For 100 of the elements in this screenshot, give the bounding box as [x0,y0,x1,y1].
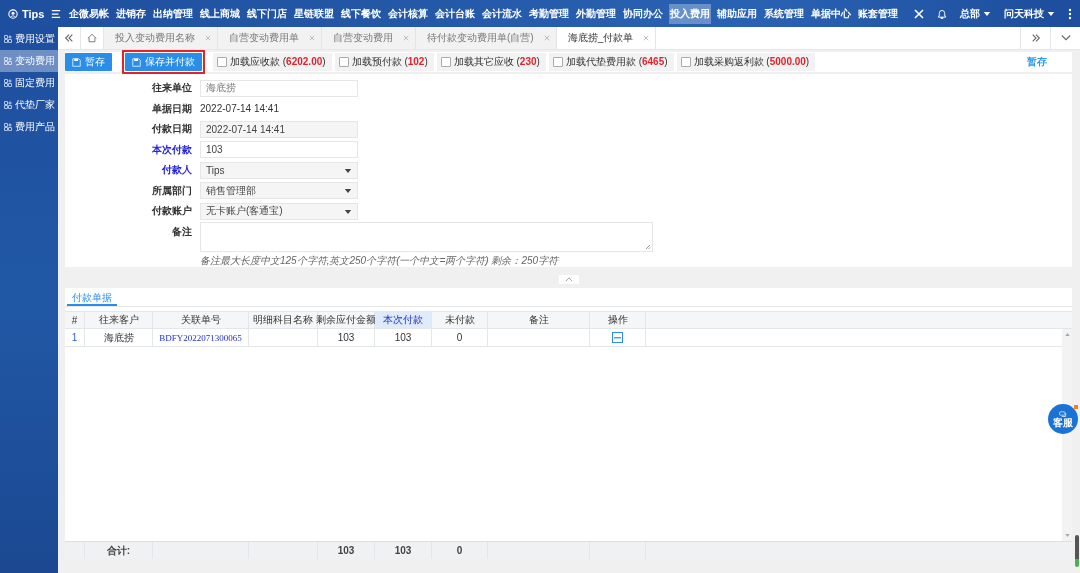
chevron-down-icon [1060,33,1071,43]
dropdown-menu[interactable]: 总部 [956,6,995,21]
total-cell: 合计: [85,542,153,559]
checkbox-label: 加载其它应收 (230) [453,55,540,69]
save-icon [72,57,81,67]
field-label: 备注 [171,224,192,239]
brand-name: Tips [22,7,45,20]
total-cell: 0 [432,542,488,559]
nav-menu-item[interactable]: 单据中心 [810,3,853,24]
total-cell: 103 [318,542,375,559]
more-icon [1068,7,1072,20]
field-value: 2022-07-14 14:41 [200,103,279,115]
resize-grip-icon [645,243,651,250]
checkbox-label: 加载采购返利款 (5000.00) [693,55,810,69]
field-label: 付款日期 [151,122,192,137]
arrow-up-icon [1064,333,1070,336]
table-cell: 103 [375,329,432,346]
nav-menu-item[interactable]: 会计流水 [481,3,524,24]
nav-menu-item[interactable]: 协同办公 [622,3,665,24]
nav-menu-item[interactable]: 星链联盟 [293,3,336,24]
scrollbar[interactable] [1075,535,1079,567]
grid-icon [4,101,12,109]
nav-menu-item[interactable]: 出纳管理 [152,3,195,24]
nav-menu-item[interactable]: 会计台账 [434,3,477,24]
tab[interactable]: 投入变动费用名称 [104,27,218,49]
checkbox-label: 加载预付款 (102) [351,55,428,69]
checkbox[interactable] [552,57,563,67]
nav-menu-item[interactable]: 线上商城 [199,3,242,24]
grid-icon [4,57,12,65]
grid-icon [4,35,12,43]
menu-icon [51,8,62,19]
field-label: 所属部门 [151,183,192,198]
nav-menu-item[interactable]: 企微易帐 [68,3,111,24]
field-label: 单据日期 [151,101,192,116]
tab[interactable]: 自营变动费用 [322,27,416,49]
hint-text: 备注最大长度中文125个字符,英文250个字符(一个中文=两个字符) 剩余：250字符 [200,254,559,268]
brand-logo[interactable]: Tips [8,7,45,20]
nav-menu-item[interactable]: 外勤管理 [575,3,618,24]
select-field[interactable]: Tips [200,161,358,179]
select-field[interactable]: 无卡账户(客通宝) [200,202,358,220]
checkbox[interactable] [440,57,451,67]
tab[interactable]: 付款单据 [67,288,117,306]
sidebar-item[interactable]: 代垫厂家 [0,94,58,116]
remove-row-button[interactable] [612,332,623,343]
save-icon [132,57,141,67]
table-cell: 103 [318,329,375,346]
checkbox[interactable] [338,57,349,67]
arrow-down-icon [1064,534,1070,537]
close-icon [643,35,650,41]
menu-button[interactable] [51,8,62,19]
customer-service-button[interactable]: 客服 [1048,404,1078,434]
chat-bubbles-icon [1059,410,1067,418]
grid-icon [4,123,12,131]
caret-up-icon [564,277,573,282]
tab[interactable]: 自营变动费用单 [218,27,322,49]
caret-down-icon [344,207,352,215]
close-icon [309,35,315,41]
column-header: 往来客户 [85,312,153,328]
caret-down-icon [1047,10,1055,17]
tab[interactable]: 待付款变动费用单(自营) [416,27,557,49]
field-label: 往来单位 [151,81,192,96]
table-cell: 1 [65,329,85,346]
caret-down-icon [344,166,352,174]
nav-menu-item[interactable]: 线下餐饮 [340,3,383,24]
document-link[interactable]: BDFY2022071300065 [153,329,249,346]
column-header: 未付款 [432,312,488,328]
column-header: 本次付款 [375,312,432,328]
user-circle-icon [8,8,18,19]
collapse-handle[interactable] [558,275,579,284]
chat-label: 客服 [1053,417,1073,428]
checkbox[interactable] [217,57,227,67]
table-cell: 海底捞 [85,329,153,346]
sidebar-item[interactable]: 费用产品 [0,116,58,138]
checkbox-label: 加载代垫费用款 (6465) [565,55,668,69]
column-header: # [65,312,85,328]
nav-menu-item[interactable]: 账套管理 [857,3,900,24]
field-label: 本次付款 [151,142,192,157]
dropdown-menu[interactable]: 问天科技 [1000,6,1059,21]
nav-menu-item[interactable]: 考勤管理 [528,3,571,24]
checkbox[interactable] [680,57,691,67]
sidebar-item[interactable]: 固定费用 [0,72,58,94]
total-cell: 103 [375,542,432,559]
nav-menu-item[interactable]: 线下门店 [246,3,289,24]
bell-icon [937,8,947,19]
column-header: 关联单号 [153,312,249,328]
sidebar-item[interactable]: 费用设置 [0,28,58,50]
nav-menu-item[interactable]: 系统管理 [763,3,806,24]
nav-menu-item[interactable]: 会计核算 [387,3,430,24]
close-icon [205,35,211,41]
select-field[interactable]: 销售管理部 [200,182,358,200]
nav-menu-item[interactable]: 进销存 [115,3,148,24]
close-icon [914,8,924,19]
field-label: 付款人 [161,163,192,178]
scrollbar[interactable] [1062,329,1072,541]
home-icon [87,33,97,43]
table-cell: 0 [432,329,488,346]
nav-menu-item[interactable]: 辅助应用 [716,3,759,24]
field-label: 付款账户 [151,204,192,219]
close-icon [403,35,409,41]
input-field[interactable]: 103 [200,141,358,159]
